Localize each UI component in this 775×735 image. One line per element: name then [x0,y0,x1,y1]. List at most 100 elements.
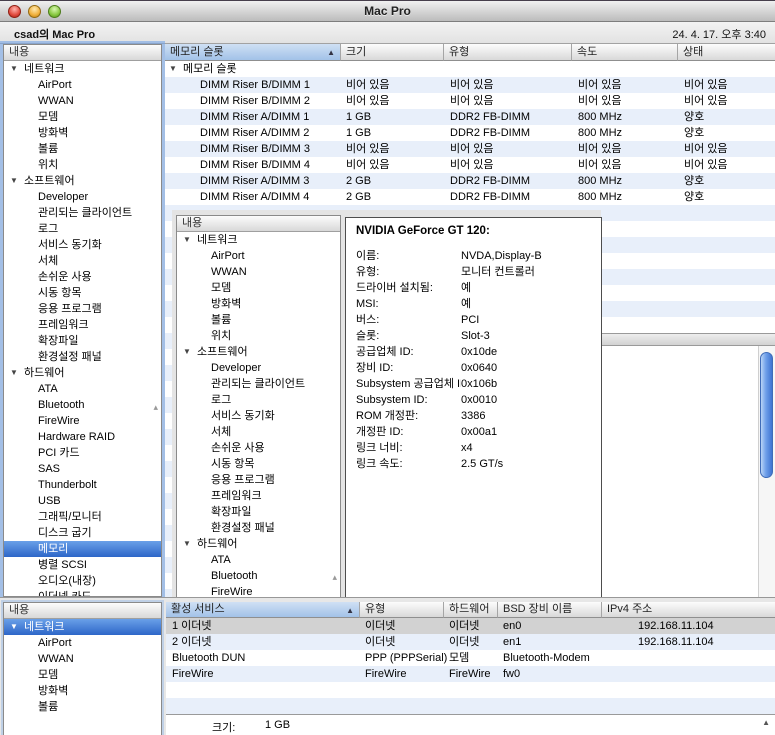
sidebar-item-확장파일[interactable]: 확장파일 [4,333,161,349]
sidebar-item-AirPort[interactable]: AirPort [4,635,161,651]
disclosure-triangle-icon[interactable]: ▼ [10,61,18,77]
cell: 비어 있음 [341,93,444,109]
sidebar-item-WWAN[interactable]: WWAN [4,93,161,109]
sidebar-item-위치[interactable]: 위치 [4,157,161,173]
sidebar-item-네트워크[interactable]: ▼네트워크 [4,61,161,77]
sidebar-item-서체[interactable]: 서체 [4,253,161,269]
sidebar-item-모뎀[interactable]: 모뎀 [177,280,340,296]
sidebar-item-PCI 카드[interactable]: PCI 카드 [4,445,161,461]
sidebar-item-모뎀[interactable]: 모뎀 [4,667,161,683]
sidebar-item-모뎀[interactable]: 모뎀 [4,109,161,125]
sidebar-item-손쉬운 사용[interactable]: 손쉬운 사용 [177,440,340,456]
disclosure-triangle-icon[interactable]: ▼ [183,344,191,360]
sidebar-item-로그[interactable]: 로그 [177,392,340,408]
scrollbar-thumb[interactable] [760,352,773,478]
memory-slot-row[interactable]: DIMM Riser A/DIMM 32 GBDDR2 FB-DIMM800 M… [165,173,775,189]
sidebar-item-방화벽[interactable]: 방화벽 [4,683,161,699]
column-header-메모리 슬롯[interactable]: 메모리 슬롯▲ [165,44,341,61]
sidebar-item-서체[interactable]: 서체 [177,424,340,440]
column-header-유형[interactable]: 유형 [444,44,572,61]
sidebar-item-병렬 SCSI[interactable]: 병렬 SCSI [4,557,161,573]
sidebar-item-오디오(내장)[interactable]: 오디오(내장) [4,573,161,589]
sidebar-item-위치[interactable]: 위치 [177,328,340,344]
column-header-BSD 장비 이름[interactable]: BSD 장비 이름 [498,602,602,618]
sidebar-item-하드웨어[interactable]: ▼하드웨어 [177,536,340,552]
memory-slot-row[interactable]: DIMM Riser A/DIMM 11 GBDDR2 FB-DIMM800 M… [165,109,775,125]
sidebar-item-디스크 굽기[interactable]: 디스크 굽기 [4,525,161,541]
memory-slot-row[interactable]: DIMM Riser B/DIMM 3비어 있음비어 있음비어 있음비어 있음 [165,141,775,157]
sidebar-item-볼륨[interactable]: 볼륨 [4,699,161,715]
memory-slot-row[interactable]: DIMM Riser B/DIMM 2비어 있음비어 있음비어 있음비어 있음 [165,93,775,109]
service-row[interactable]: 2 이더넷이더넷이더넷en1192.168.11.104 [166,634,775,650]
sidebar-item-프레임워크[interactable]: 프레임워크 [177,488,340,504]
memory-slot-row[interactable]: DIMM Riser B/DIMM 1비어 있음비어 있음비어 있음비어 있음 [165,77,775,93]
sidebar-item-볼륨[interactable]: 볼륨 [4,141,161,157]
sidebar-item-Developer[interactable]: Developer [177,360,340,376]
sidebar-item-Bluetooth[interactable]: Bluetooth [4,397,161,413]
sidebar-item-소프트웨어[interactable]: ▼소프트웨어 [4,173,161,189]
column-header-속도[interactable]: 속도 [572,44,678,61]
scroll-up-arrow-icon[interactable]: ▴ [153,403,158,412]
sidebar-item-시동 항목[interactable]: 시동 항목 [177,456,340,472]
disclosure-triangle-icon[interactable]: ▼ [183,536,191,552]
sidebar-item-프레임워크[interactable]: 프레임워크 [4,317,161,333]
memory-slot-row[interactable]: DIMM Riser A/DIMM 21 GBDDR2 FB-DIMM800 M… [165,125,775,141]
sidebar-item-관리되는 클라이언트[interactable]: 관리되는 클라이언트 [4,205,161,221]
sidebar-item-로그[interactable]: 로그 [4,221,161,237]
column-header-활성 서비스[interactable]: 활성 서비스▲ [166,602,360,618]
sidebar-item-Thunderbolt[interactable]: Thunderbolt [4,477,161,493]
service-row[interactable]: FireWireFireWireFireWirefw0 [166,666,775,682]
sidebar-item-소프트웨어[interactable]: ▼소프트웨어 [177,344,340,360]
sidebar-item-ATA[interactable]: ATA [177,552,340,568]
column-header-유형[interactable]: 유형 [360,602,444,618]
sidebar-item-볼륨[interactable]: 볼륨 [177,312,340,328]
memory-group-row[interactable]: ▼메모리 슬롯 [165,61,775,77]
sidebar-item-방화벽[interactable]: 방화벽 [4,125,161,141]
sidebar-item-환경설정 패널[interactable]: 환경설정 패널 [177,520,340,536]
sidebar-item-Developer[interactable]: Developer [4,189,161,205]
sidebar-item-FireWire[interactable]: FireWire [4,413,161,429]
disclosure-triangle-icon[interactable]: ▼ [10,365,18,381]
scroll-up-arrow-icon[interactable]: ▴ [332,573,337,582]
disclosure-triangle-icon[interactable]: ▼ [169,61,177,77]
column-header-IPv4 주소[interactable]: IPv4 주소 [602,602,775,618]
sidebar-item-WWAN[interactable]: WWAN [177,264,340,280]
memory-slot-row[interactable]: DIMM Riser A/DIMM 42 GBDDR2 FB-DIMM800 M… [165,189,775,205]
memory-slot-row[interactable]: DIMM Riser B/DIMM 4비어 있음비어 있음비어 있음비어 있음 [165,157,775,173]
sidebar-item-관리되는 클라이언트[interactable]: 관리되는 클라이언트 [177,376,340,392]
sidebar-item-네트워크[interactable]: ▼네트워크 [4,619,161,635]
sidebar-item-USB[interactable]: USB [4,493,161,509]
sidebar-item-응용 프로그램[interactable]: 응용 프로그램 [177,472,340,488]
sidebar-item-AirPort[interactable]: AirPort [177,248,340,264]
sidebar-item-서비스 동기화[interactable]: 서비스 동기화 [4,237,161,253]
sidebar-item-이더넷 카드[interactable]: 이더넷 카드 [4,589,161,597]
sidebar-item-하드웨어[interactable]: ▼하드웨어 [4,365,161,381]
sidebar-item-Hardware RAID[interactable]: Hardware RAID [4,429,161,445]
sidebar-item-SAS[interactable]: SAS [4,461,161,477]
sidebar-item-응용 프로그램[interactable]: 응용 프로그램 [4,301,161,317]
column-header-상태[interactable]: 상태 [678,44,775,61]
vertical-scrollbar[interactable] [758,346,775,598]
disclosure-triangle-icon[interactable]: ▼ [10,619,18,635]
scroll-up-arrow-icon[interactable]: ▲ [762,718,770,727]
sidebar-item-FireWire[interactable]: FireWire [177,584,340,598]
sidebar-item-ATA[interactable]: ATA [4,381,161,397]
sidebar-item-방화벽[interactable]: 방화벽 [177,296,340,312]
sidebar-item-환경설정 패널[interactable]: 환경설정 패널 [4,349,161,365]
sidebar-item-서비스 동기화[interactable]: 서비스 동기화 [177,408,340,424]
sidebar-item-WWAN[interactable]: WWAN [4,651,161,667]
column-header-크기[interactable]: 크기 [341,44,444,61]
sidebar-item-메모리[interactable]: 메모리 [4,541,161,557]
column-header-하드웨어[interactable]: 하드웨어 [444,602,498,618]
service-row[interactable]: Bluetooth DUNPPP (PPPSerial)모뎀Bluetooth-… [166,650,775,666]
disclosure-triangle-icon[interactable]: ▼ [183,232,191,248]
sidebar-item-손쉬운 사용[interactable]: 손쉬운 사용 [4,269,161,285]
sidebar-item-네트워크[interactable]: ▼네트워크 [177,232,340,248]
sidebar-item-Bluetooth[interactable]: Bluetooth [177,568,340,584]
service-row[interactable]: 1 이더넷이더넷이더넷en0192.168.11.104 [166,618,775,634]
sidebar-item-AirPort[interactable]: AirPort [4,77,161,93]
sidebar-item-그래픽/모니터[interactable]: 그래픽/모니터 [4,509,161,525]
sidebar-item-시동 항목[interactable]: 시동 항목 [4,285,161,301]
disclosure-triangle-icon[interactable]: ▼ [10,173,18,189]
sidebar-item-확장파일[interactable]: 확장파일 [177,504,340,520]
